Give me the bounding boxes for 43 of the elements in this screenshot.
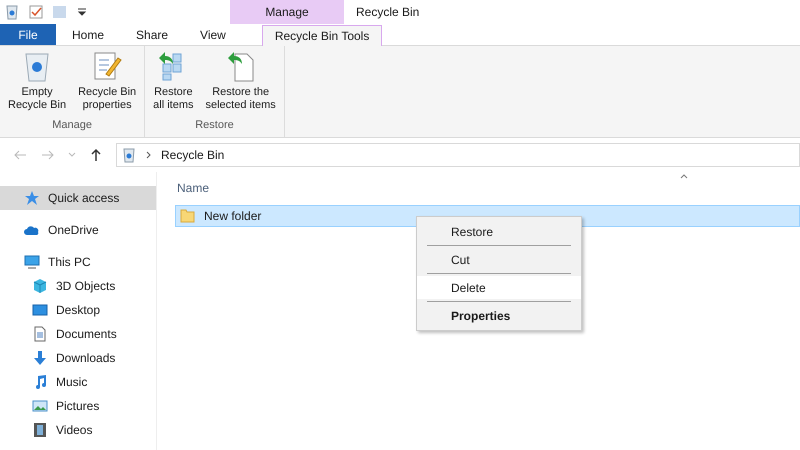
column-header[interactable]: Name — [177, 179, 210, 197]
sidebar-item[interactable]: Desktop — [0, 298, 156, 322]
picture-icon — [32, 398, 48, 414]
ribbon-tab[interactable]: View — [184, 24, 242, 45]
sidebar-item[interactable]: Quick access — [0, 186, 156, 210]
sidebar-item[interactable]: 3D Objects — [0, 274, 156, 298]
ribbon-button[interactable]: Recycle Bin properties — [74, 50, 140, 116]
ribbon-button[interactable]: Restore all items — [149, 50, 198, 116]
recycle-bin-icon[interactable] — [4, 4, 20, 20]
monitor-icon — [24, 254, 40, 270]
menu-item[interactable]: Delete — [417, 276, 581, 299]
ribbon-tab[interactable]: File — [0, 24, 56, 45]
sidebar-item[interactable]: Music — [0, 370, 156, 394]
download-arrow-icon — [32, 350, 48, 366]
ribbon-button[interactable]: Restore the selected items — [202, 50, 280, 116]
address-bar[interactable]: Recycle Bin — [116, 143, 800, 167]
document-icon — [32, 326, 48, 342]
sidebar-item[interactable]: OneDrive — [0, 218, 156, 242]
ribbon-tab[interactable]: Recycle Bin Tools — [262, 25, 382, 46]
address-path: Recycle Bin — [161, 147, 224, 164]
sidebar-item[interactable]: This PC — [0, 250, 156, 274]
ribbon-group-label: Manage — [52, 118, 92, 132]
ribbon-tab[interactable]: Share — [120, 24, 184, 45]
sidebar-item[interactable]: Pictures — [0, 394, 156, 418]
chevron-right-icon — [145, 151, 153, 159]
ribbon-tab[interactable]: Home — [56, 24, 120, 45]
recycle-bin-icon — [121, 147, 137, 163]
ribbon-group-label: Restore — [195, 118, 234, 132]
ribbon-button[interactable]: Empty Recycle Bin — [4, 50, 70, 116]
context-tab-group-label: Manage — [230, 0, 344, 24]
dropdown-icon[interactable] — [76, 6, 88, 18]
menu-item[interactable]: Cut — [417, 248, 581, 271]
menu-item[interactable]: Properties — [417, 304, 581, 327]
star-icon — [24, 190, 40, 206]
sidebar-item[interactable]: Documents — [0, 322, 156, 346]
cube-icon — [32, 278, 48, 294]
sidebar-item[interactable]: Downloads — [0, 346, 156, 370]
desktop-icon — [32, 302, 48, 318]
film-icon — [32, 422, 48, 438]
menu-item[interactable]: Restore — [417, 220, 581, 243]
sidebar-item[interactable]: Videos — [0, 418, 156, 442]
restore-selected-icon — [226, 50, 256, 82]
window-title: Recycle Bin — [355, 4, 420, 21]
